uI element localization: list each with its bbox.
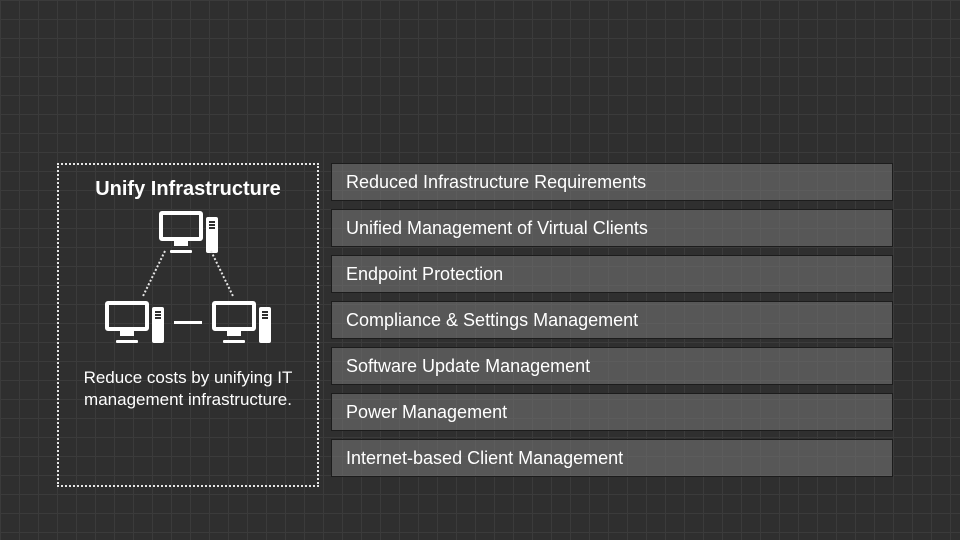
left-subtitle: Reduce costs by unifying IT management i… (73, 367, 303, 411)
monitor-icon (105, 301, 149, 331)
feature-item: Power Management (331, 393, 893, 431)
computer-icon (212, 301, 271, 343)
content-panel: Unify Infrastructure (57, 163, 893, 487)
link-line-icon (174, 321, 202, 324)
feature-item: Internet-based Client Management (331, 439, 893, 477)
feature-item: Compliance & Settings Management (331, 301, 893, 339)
feature-item: Software Update Management (331, 347, 893, 385)
feature-item: Reduced Infrastructure Requirements (331, 163, 893, 201)
left-column: Unify Infrastructure (57, 163, 319, 487)
feature-item: Unified Management of Virtual Clients (331, 209, 893, 247)
infrastructure-diagram (73, 211, 303, 343)
tower-icon (152, 307, 164, 343)
monitor-icon (159, 211, 203, 241)
diagram-top-node (159, 211, 218, 253)
diagram-bottom-row (105, 301, 271, 343)
computer-icon (159, 211, 218, 253)
monitor-icon (212, 301, 256, 331)
tower-icon (206, 217, 218, 253)
diagram-connectors (118, 253, 258, 297)
tower-icon (259, 307, 271, 343)
left-title: Unify Infrastructure (95, 177, 281, 201)
computer-icon (105, 301, 164, 343)
feature-list: Reduced Infrastructure Requirements Unif… (319, 163, 893, 487)
feature-item: Endpoint Protection (331, 255, 893, 293)
